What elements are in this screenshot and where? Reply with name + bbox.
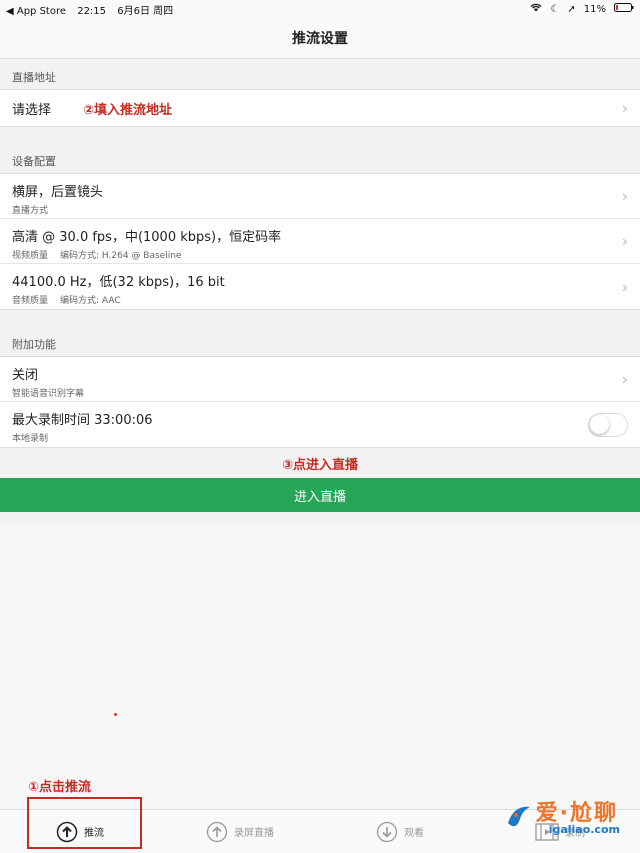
enter-live-button-label: 进入直播 — [293, 489, 346, 505]
status-time: 22:15 — [77, 5, 107, 17]
tab-watch[interactable]: 观看 — [320, 810, 480, 853]
video-quality-value: 高清 @ 30.0 fps，中(1000 kbps)，恒定码率 — [12, 230, 282, 245]
orientation-row[interactable]: 横屏，后置镜头 直播方式 › — [0, 174, 640, 219]
section-header-device: 设备配置 — [12, 155, 56, 168]
tab-record[interactable]: 录制 — [480, 810, 640, 853]
status-date: 6月6日 周四 — [117, 5, 174, 17]
subtitle-value: 关闭 — [12, 368, 39, 383]
empty-content-area — [0, 523, 640, 810]
live-address-select-label: 请选择 — [12, 102, 52, 118]
chevron-right-icon: › — [621, 186, 628, 206]
section-header-extra: 附加功能 — [12, 338, 56, 351]
record-row: 最大录制时间 33:00:06 本地录制 — [0, 402, 640, 447]
orientation-value: 横屏，后置镜头 — [12, 185, 104, 200]
red-dot-mark — [114, 713, 117, 716]
navigation-bar: 推流设置 — [0, 18, 640, 59]
tab-screen-live-label: 录屏直播 — [234, 828, 274, 839]
record-max-time: 最大录制时间 33:00:06 — [12, 413, 153, 428]
highlight-box-push-tab — [27, 797, 142, 849]
live-address-group: 请选择 ②填入推流地址 › — [0, 89, 640, 127]
location-icon: ➚ — [567, 3, 576, 15]
chevron-right-icon: › — [621, 98, 628, 118]
local-record-toggle[interactable] — [588, 412, 628, 437]
chevron-right-icon: › — [621, 277, 628, 296]
tab-watch-label: 观看 — [404, 828, 424, 839]
subtitle-row[interactable]: 关闭 智能语音识别字幕 › — [0, 357, 640, 402]
audio-quality-value: 44100.0 Hz，低(32 kbps)，16 bit — [12, 275, 225, 290]
moon-icon: ☾ — [550, 3, 560, 15]
video-quality-row[interactable]: 高清 @ 30.0 fps，中(1000 kbps)，恒定码率 视频质量 编码方式… — [0, 219, 640, 264]
back-to-app-store[interactable]: ◀ App Store — [6, 6, 66, 17]
orientation-label: 直播方式 — [12, 206, 49, 216]
annotation-enter-live: ③点进入直播 — [281, 457, 358, 473]
chevron-right-icon: › — [621, 231, 628, 251]
subtitle-label: 智能语音识别字幕 — [12, 389, 85, 399]
live-address-row[interactable]: 请选择 ②填入推流地址 › — [0, 90, 640, 126]
download-circle-icon — [376, 821, 398, 842]
annotation-fill-address: ②填入推流地址 — [83, 102, 173, 118]
audio-quality-label: 音频质量 — [12, 296, 49, 306]
annotation-tap-push: ①点击推流 — [28, 780, 92, 795]
tab-record-label: 录制 — [565, 828, 585, 839]
enter-live-button[interactable]: 进入直播 — [0, 478, 640, 512]
tab-screen-live[interactable]: 录屏直播 — [160, 810, 320, 853]
status-bar: ◀ App Store 22:15 6月6日 周四 ☾ ➚ 11% — [0, 0, 640, 18]
upload-circle-icon — [206, 821, 228, 842]
page-title: 推流设置 — [292, 31, 348, 47]
chevron-right-icon: › — [621, 369, 628, 389]
video-codec: 编码方式: H.264 @ Baseline — [60, 251, 182, 261]
toggle-knob — [590, 414, 609, 434]
audio-quality-row[interactable]: 44100.0 Hz，低(32 kbps)，16 bit 音频质量 编码方式: A… — [0, 264, 640, 309]
audio-codec: 编码方式: AAC — [60, 296, 121, 306]
device-config-group: 横屏，后置镜头 直播方式 › 高清 @ 30.0 fps，中(1000 kbps… — [0, 173, 640, 310]
wifi-icon — [530, 3, 542, 15]
record-label: 本地录制 — [12, 434, 49, 444]
extra-features-group: 关闭 智能语音识别字幕 › 最大录制时间 33:00:06 本地录制 — [0, 356, 640, 448]
film-icon — [535, 822, 559, 841]
battery-icon — [614, 3, 634, 15]
section-header-live-address: 直播地址 — [12, 71, 56, 84]
video-quality-label: 视频质量 — [12, 251, 49, 261]
battery-percent: 11% — [583, 3, 606, 15]
